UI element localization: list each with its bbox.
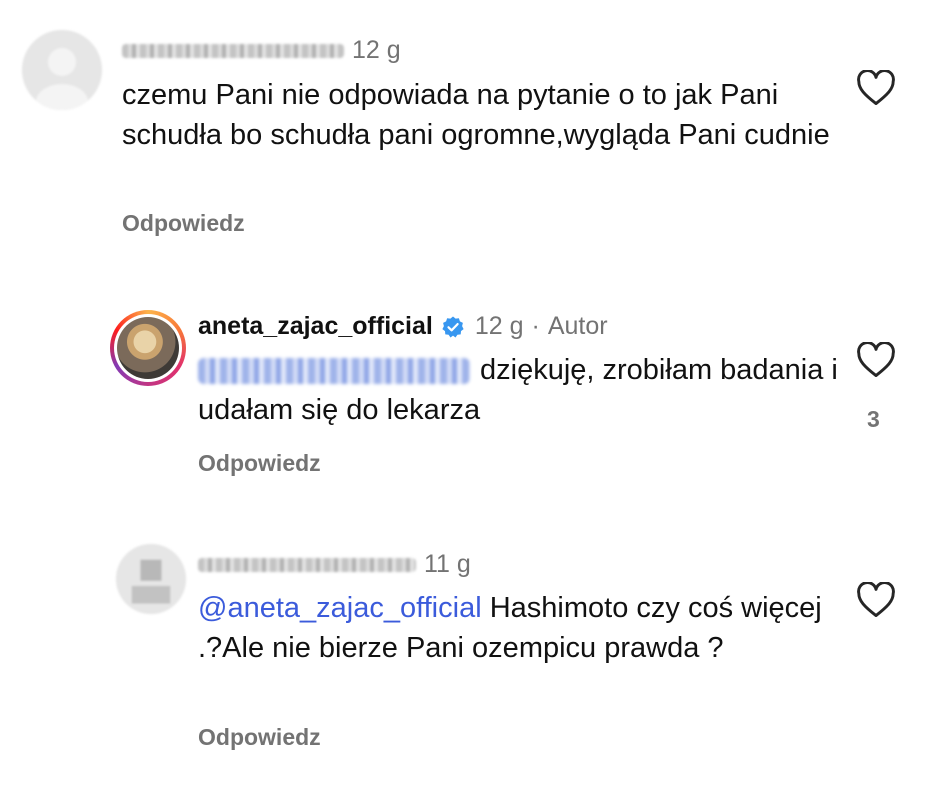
mention-link[interactable]: @aneta_zajac_official bbox=[198, 592, 482, 624]
default-avatar-icon bbox=[22, 30, 102, 110]
comment-2: aneta_zajac_official 12 g · Autor dzięku… bbox=[0, 290, 941, 490]
comment-meta: aneta_zajac_official 12 g · Autor bbox=[198, 312, 608, 341]
reply-button[interactable]: Odpowiedz bbox=[122, 210, 245, 237]
heart-icon[interactable] bbox=[856, 582, 896, 618]
comment-meta: 12 g bbox=[122, 36, 401, 65]
comment-meta: 11 g bbox=[198, 550, 471, 579]
avatar bbox=[114, 314, 182, 382]
heart-icon[interactable] bbox=[856, 70, 896, 106]
like-count[interactable]: 3 bbox=[867, 406, 880, 433]
avatar[interactable] bbox=[22, 30, 102, 110]
comment-time: 12 g bbox=[352, 36, 401, 64]
blurred-username[interactable] bbox=[198, 557, 416, 572]
comment-text: dziękuję, zrobiłam badania i udałam się … bbox=[198, 350, 838, 430]
author-label: Autor bbox=[547, 312, 608, 340]
comment-text: @aneta_zajac_official Hashimoto czy coś … bbox=[198, 588, 838, 668]
comment-time: 12 g bbox=[474, 312, 524, 340]
blurred-mention[interactable] bbox=[198, 358, 470, 385]
reply-button[interactable]: Odpowiedz bbox=[198, 450, 321, 477]
comment-body: czemu Pani nie odpowiada na pytanie o to… bbox=[122, 79, 830, 151]
comment-1: 12 g czemu Pani nie odpowiada na pytanie… bbox=[0, 0, 941, 260]
comment-3: 11 g @aneta_zajac_official Hashimoto czy… bbox=[0, 530, 941, 770]
verified-badge-icon bbox=[442, 316, 464, 337]
profile-photo bbox=[117, 317, 179, 379]
author-username[interactable]: aneta_zajac_official bbox=[198, 312, 433, 341]
comment-time: 11 g bbox=[424, 550, 471, 578]
avatar[interactable] bbox=[116, 544, 186, 614]
comment-text: czemu Pani nie odpowiada na pytanie o to… bbox=[122, 75, 832, 155]
reply-button[interactable]: Odpowiedz bbox=[198, 724, 321, 751]
default-avatar-icon bbox=[116, 544, 186, 614]
separator-dot: · bbox=[531, 312, 540, 340]
heart-icon[interactable] bbox=[856, 342, 896, 378]
blurred-username[interactable] bbox=[122, 43, 344, 58]
avatar-story-ring[interactable] bbox=[110, 310, 186, 386]
